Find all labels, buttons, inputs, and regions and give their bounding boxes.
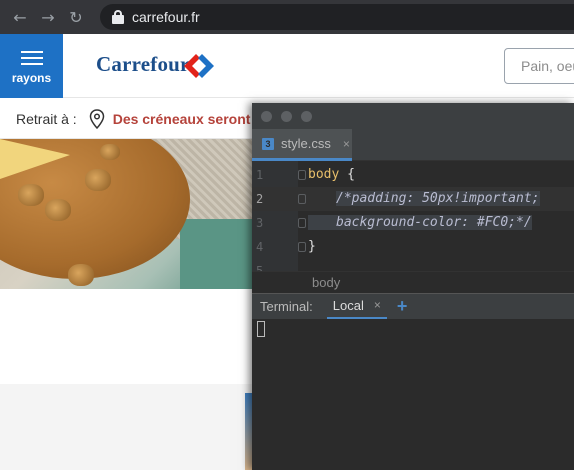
breadcrumb[interactable]: body (252, 271, 574, 293)
close-terminal-tab-icon[interactable]: × (374, 298, 381, 312)
add-terminal-icon[interactable]: + (397, 296, 408, 317)
tab-style-css[interactable]: 3 style.css × (252, 129, 352, 161)
carrefour-logo-icon[interactable] (180, 52, 218, 80)
minimize-window-icon[interactable] (281, 111, 292, 122)
terminal-header: Terminal: Local × + (252, 293, 574, 320)
breadcrumb-item[interactable]: body (312, 275, 340, 290)
css-file-icon: 3 (262, 137, 274, 150)
line-number: 1 (256, 168, 264, 182)
forward-icon[interactable]: → (38, 7, 58, 27)
fold-marker-icon[interactable] (298, 218, 306, 228)
tab-label: style.css (281, 136, 331, 151)
terminal-title: Terminal: (260, 299, 313, 314)
search-input[interactable]: Pain, oeufs (504, 48, 574, 84)
terminal-tab-label: Local (332, 297, 364, 313)
line-number: 5 (256, 264, 264, 271)
rayons-label: rayons (11, 71, 52, 85)
url-text[interactable]: carrefour.fr (132, 9, 200, 25)
comment-text: background-color: #FC0;*/ (308, 215, 532, 230)
fold-marker-icon[interactable] (298, 194, 306, 204)
comment-text: /*padding: 50px!important; (336, 191, 540, 206)
browser-toolbar: ← → ↻ carrefour.fr (0, 0, 574, 34)
line-number: 4 (256, 240, 264, 254)
site-header: rayons Carrefour Pain, oeufs (0, 34, 574, 98)
retrait-label: Retrait à : (16, 110, 77, 127)
rayons-button[interactable]: rayons (0, 34, 63, 98)
address-bar[interactable]: carrefour.fr (100, 4, 574, 30)
reload-icon[interactable]: ↻ (66, 7, 86, 27)
ide-window: 3 style.css × 1 body { 2 /*padding: 50px… (252, 103, 574, 470)
lock-icon (112, 10, 124, 24)
open-brace: { (339, 167, 355, 182)
maximize-window-icon[interactable] (301, 111, 312, 122)
line-number: 3 (256, 216, 264, 230)
close-tab-icon[interactable]: × (343, 137, 350, 151)
editor-tabs: 3 style.css × (252, 129, 574, 161)
terminal-cursor (257, 321, 265, 337)
fold-marker-icon[interactable] (298, 170, 306, 180)
terminal-body[interactable] (252, 319, 574, 470)
location-pin-icon[interactable] (89, 108, 105, 129)
code-editor[interactable]: 1 body { 2 /*padding: 50px!important; 3 … (252, 161, 574, 271)
search-placeholder: Pain, oeufs (521, 58, 574, 74)
css-selector: body (308, 167, 340, 182)
brand-name[interactable]: Carrefour (96, 52, 190, 77)
back-icon[interactable]: ← (10, 7, 30, 27)
code-line[interactable]: 5 (252, 259, 574, 271)
line-number: 2 (256, 192, 264, 206)
fold-marker-icon[interactable] (298, 242, 306, 252)
ide-titlebar (252, 103, 574, 129)
creneaux-link[interactable]: Des créneaux seront (113, 111, 251, 127)
tab-local[interactable]: Local × (326, 294, 387, 320)
close-brace: } (308, 239, 316, 254)
hero-image[interactable] (0, 139, 260, 289)
promo-placeholder (0, 384, 252, 470)
close-window-icon[interactable] (261, 111, 272, 122)
menu-icon (20, 47, 43, 69)
